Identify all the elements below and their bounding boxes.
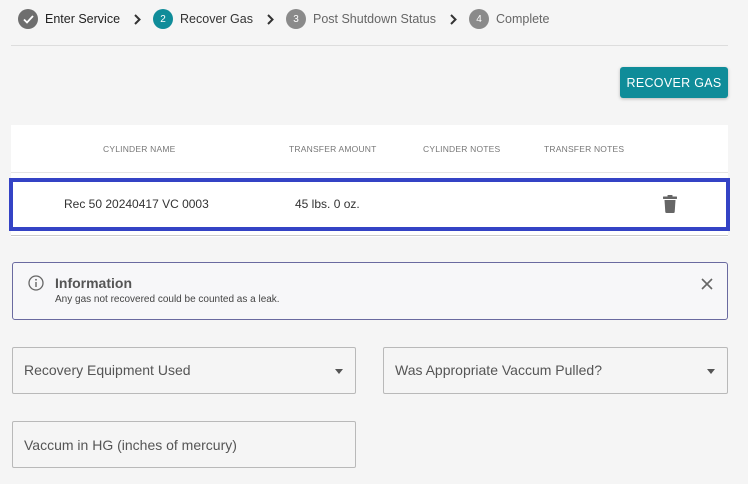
close-icon[interactable] [700,277,714,291]
step-post-shutdown-status[interactable]: 3 Post Shutdown Status [285,9,436,29]
information-alert: Information Any gas not recovered could … [12,262,728,320]
table-divider [11,235,728,236]
step-label: Recover Gas [180,12,253,26]
trash-icon[interactable] [662,195,678,213]
check-icon [18,9,38,29]
cell-cylinder-name: Rec 50 20240417 VC 0003 [64,197,209,211]
vacuum-pulled-select[interactable]: Was Appropriate Vaccum Pulled? [383,347,728,394]
info-icon [28,275,44,291]
field-label: Was Appropriate Vaccum Pulled? [395,362,602,378]
header-divider [11,172,728,173]
step-complete[interactable]: 4 Complete [468,9,550,29]
step-label: Enter Service [45,12,121,26]
info-title: Information [55,275,132,291]
step-number: 4 [468,9,489,29]
column-header-transfer-notes: TRANSFER NOTES [544,144,625,154]
step-label: Complete [495,12,550,26]
recover-gas-button[interactable]: RECOVER GAS [620,67,728,98]
step-number: 3 [285,9,306,29]
chevron-down-icon [335,369,343,374]
chevron-right-icon [134,13,141,25]
chevron-right-icon [450,13,457,25]
chevron-right-icon [267,13,274,25]
recovery-equipment-select[interactable]: Recovery Equipment Used [12,347,356,394]
column-header-cylinder-notes: CYLINDER NOTES [423,144,501,154]
info-message: Any gas not recovered could be counted a… [55,294,280,305]
stepper-divider [11,45,728,46]
step-enter-service[interactable]: Enter Service [18,9,120,29]
field-label: Recovery Equipment Used [24,362,191,378]
vacuum-hg-input[interactable]: Vaccum in HG (inches of mercury) [12,421,356,468]
step-recover-gas[interactable]: 2 Recover Gas [153,9,253,29]
column-header-cylinder-name: CYLINDER NAME [103,144,176,154]
field-label: Vaccum in HG (inches of mercury) [24,437,237,453]
chevron-down-icon [707,369,715,374]
cell-transfer-amount: 45 lbs. 0 oz. [295,197,360,211]
step-label: Post Shutdown Status [312,12,436,26]
step-number: 2 [153,9,174,29]
progress-stepper: Enter Service 2 Recover Gas 3 Post Shutd… [18,8,549,30]
column-header-transfer-amount: TRANSFER AMOUNT [289,144,377,154]
